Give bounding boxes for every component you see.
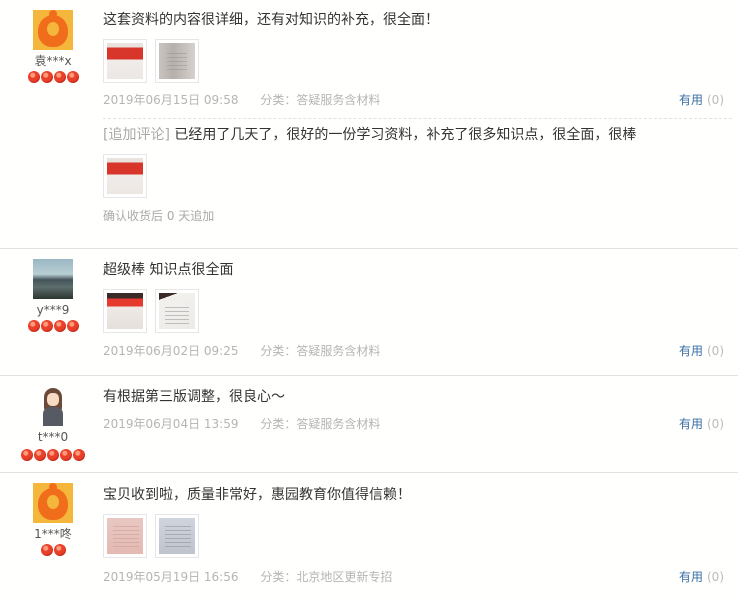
review-date: 2019年06月15日 09:58 (103, 93, 239, 107)
review-item: 袁***x 这套资料的内容很详细，还有对知识的补充，很全面！ 2019年06月1… (0, 0, 738, 249)
append-review: [追加评论] 已经用了几天了，很好的一份学习资料，补充了很多知识点，很全面，很棒 (103, 125, 738, 145)
avatar[interactable] (33, 386, 73, 426)
useful-count: (0) (707, 417, 724, 431)
useful-vote: 有用 (0) (679, 343, 724, 359)
review-item: t***0 有根据第三版调整，很良心～ 2019年06月04日 13:59 分类… (0, 376, 738, 473)
review-item: y***9 超级棒 知识点很全面 2019年06月02日 09:25 分类：答疑… (0, 249, 738, 376)
heart-icon (66, 70, 79, 83)
reviewer-info: y***9 (0, 259, 106, 332)
avatar[interactable] (33, 259, 73, 299)
reviewer-level (0, 70, 106, 83)
reviewer-name: 袁***x (34, 54, 72, 68)
review-meta: 2019年06月04日 13:59 分类：答疑服务含材料 有用 (0) (103, 416, 738, 432)
heart-icon (27, 70, 40, 83)
heart-icon (47, 448, 59, 461)
useful-count: (0) (707, 344, 724, 358)
heart-icon (53, 70, 66, 83)
reviewer-info: t***0 (0, 386, 106, 461)
review-meta: 2019年06月15日 09:58 分类：答疑服务含材料 有用 (0) (103, 92, 738, 108)
review-category: 分类：北京地区更新专招 (260, 570, 393, 584)
useful-vote: 有用 (0) (679, 92, 724, 108)
useful-count: (0) (707, 570, 724, 584)
reviewer-level (0, 319, 106, 332)
avatar[interactable] (33, 483, 73, 523)
review-photo[interactable] (155, 39, 199, 83)
review-text: 有根据第三版调整，很良心～ (103, 389, 285, 405)
reviewer-name: 1***咚 (34, 527, 72, 541)
heart-icon (40, 70, 53, 83)
review-item: 1***咚 宝贝收到啦，质量非常好，惠园教育你值得信赖！ 2019年05月19日… (0, 473, 738, 599)
review-date: 2019年06月02日 09:25 (103, 344, 239, 358)
heart-icon (40, 543, 53, 556)
append-confirm-note: 确认收货后 0 天追加 (103, 209, 215, 223)
review-photo[interactable] (155, 289, 199, 333)
review-text: 这套资料的内容很详细，还有对知识的补充，很全面！ (103, 12, 439, 28)
heart-icon (53, 319, 66, 332)
review-text: 宝贝收到啦，质量非常好，惠园教育你值得信赖！ (103, 487, 411, 503)
reviewer-level (0, 448, 106, 461)
useful-vote: 有用 (0) (679, 416, 724, 432)
heart-icon (21, 448, 33, 461)
useful-button[interactable]: 有用 (679, 93, 703, 107)
reviewer-name: y***9 (36, 303, 70, 317)
useful-button[interactable]: 有用 (679, 344, 703, 358)
append-tag: [追加评论] (103, 127, 170, 143)
review-text: 超级棒 知识点很全面 (103, 262, 234, 278)
useful-count: (0) (707, 93, 724, 107)
review-meta: 2019年06月02日 09:25 分类：答疑服务含材料 有用 (0) (103, 343, 738, 359)
heart-icon (60, 448, 72, 461)
reviewer-name: t***0 (37, 430, 69, 444)
heart-icon (73, 448, 85, 461)
review-date: 2019年05月19日 16:56 (103, 570, 239, 584)
reviewer-info: 袁***x (0, 10, 106, 83)
reviewer-info: 1***咚 (0, 483, 106, 556)
avatar[interactable] (33, 10, 73, 50)
review-photos (103, 289, 738, 333)
heart-icon (66, 319, 79, 332)
review-photos (103, 514, 738, 558)
heart-icon (40, 319, 53, 332)
review-date: 2019年06月04日 13:59 (103, 417, 239, 431)
heart-icon (27, 319, 40, 332)
append-photos (103, 154, 738, 198)
review-photo[interactable] (103, 514, 147, 558)
useful-vote: 有用 (0) (679, 569, 724, 585)
review-photo[interactable] (103, 289, 147, 333)
heart-icon (34, 448, 46, 461)
review-category: 分类：答疑服务含材料 (260, 93, 381, 107)
review-photo[interactable] (103, 39, 147, 83)
divider (103, 118, 732, 119)
review-category: 分类：答疑服务含材料 (260, 344, 381, 358)
review-photo[interactable] (155, 514, 199, 558)
useful-button[interactable]: 有用 (679, 417, 703, 431)
review-photos (103, 39, 738, 83)
heart-icon (53, 543, 66, 556)
reviewer-level (0, 543, 106, 556)
useful-button[interactable]: 有用 (679, 570, 703, 584)
review-category: 分类：答疑服务含材料 (260, 417, 381, 431)
review-meta: 2019年05月19日 16:56 分类：北京地区更新专招 有用 (0) (103, 569, 738, 585)
review-photo[interactable] (103, 154, 147, 198)
append-text: 已经用了几天了，很好的一份学习资料，补充了很多知识点，很全面，很棒 (169, 127, 637, 143)
